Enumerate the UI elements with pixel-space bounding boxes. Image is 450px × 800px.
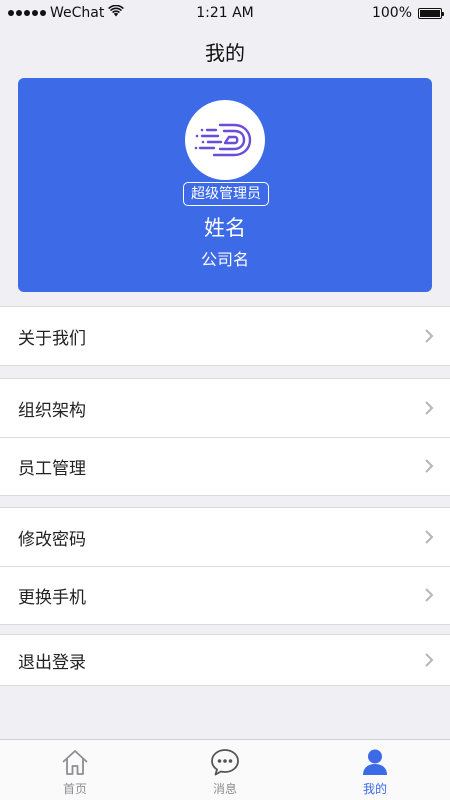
page-title: 我的	[205, 40, 245, 65]
chevron-right-icon	[424, 652, 434, 668]
menu-item-label: 组织架构	[18, 400, 86, 421]
battery-icon	[418, 7, 444, 19]
chevron-right-icon	[424, 400, 434, 416]
chevron-right-icon	[424, 529, 434, 545]
menu-item-logout[interactable]: 退出登录	[0, 635, 450, 685]
tab-label: 消息	[212, 782, 237, 796]
avatar[interactable]	[185, 100, 265, 180]
status-right: 100%	[371, 5, 444, 21]
tab-bar: 首页 消息 我的	[0, 739, 450, 800]
menu-group-about: 关于我们	[0, 306, 450, 366]
role-badge: 超级管理员	[183, 182, 269, 206]
tab-messages[interactable]: 消息	[150, 740, 300, 800]
menu-group-account: 修改密码 更换手机	[0, 507, 450, 625]
menu-item-label: 员工管理	[18, 458, 86, 479]
chat-bubble-icon	[209, 746, 241, 778]
company-logo-icon	[194, 123, 252, 157]
chevron-right-icon	[424, 458, 434, 474]
tab-home[interactable]: 首页	[0, 740, 150, 800]
chevron-right-icon	[424, 587, 434, 603]
profile-card: 超级管理员 姓名 公司名	[18, 78, 432, 292]
carrier-label: WeChat	[50, 5, 105, 21]
tab-profile[interactable]: 我的	[300, 740, 450, 800]
person-icon	[360, 746, 390, 778]
menu-item-staff-management[interactable]: 员工管理	[0, 437, 450, 495]
battery-percent: 100%	[371, 5, 412, 21]
menu-item-label: 修改密码	[18, 529, 86, 550]
profile-name: 姓名	[204, 216, 246, 240]
menu-item-label: 关于我们	[18, 328, 86, 349]
chevron-right-icon	[424, 328, 434, 344]
menu-item-org-structure[interactable]: 组织架构	[0, 379, 450, 437]
signal-strength-icon	[8, 10, 46, 16]
menu-item-change-password[interactable]: 修改密码	[0, 508, 450, 566]
menu-group-organization: 组织架构 员工管理	[0, 378, 450, 496]
menu-group-logout: 退出登录	[0, 634, 450, 686]
status-left: WeChat	[8, 4, 125, 21]
tab-label: 首页	[62, 782, 87, 796]
menu-item-label: 更换手机	[18, 587, 86, 608]
menu-item-about[interactable]: 关于我们	[0, 307, 450, 365]
wifi-icon	[108, 4, 125, 21]
home-icon	[60, 746, 90, 778]
status-bar: WeChat 1:21 AM 100%	[0, 0, 450, 26]
tab-label: 我的	[362, 782, 387, 796]
company-name: 公司名	[200, 250, 249, 269]
menu-item-change-phone[interactable]: 更换手机	[0, 566, 450, 624]
menu-item-label: 退出登录	[18, 652, 86, 673]
